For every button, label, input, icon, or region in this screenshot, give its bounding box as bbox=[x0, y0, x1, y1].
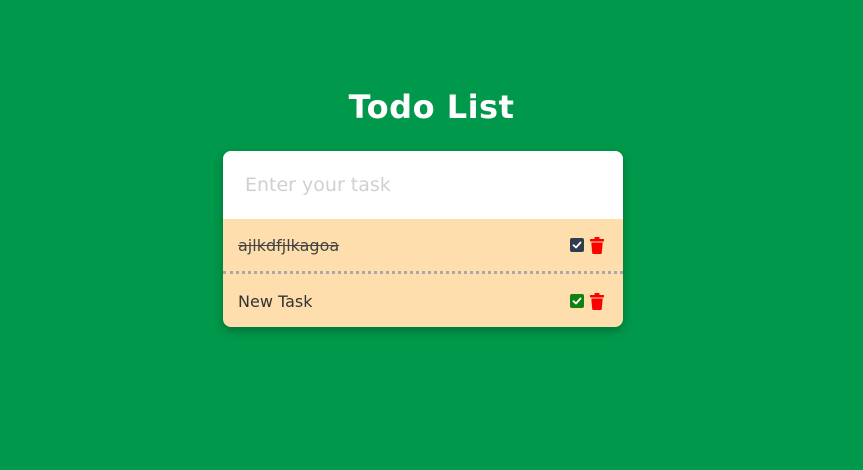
task-input[interactable] bbox=[243, 173, 603, 197]
todo-app: Todo List ajlkdfjlkagoa bbox=[0, 0, 863, 470]
task-input-row bbox=[223, 151, 623, 219]
task-actions bbox=[570, 236, 605, 254]
page-title: Todo List bbox=[348, 88, 515, 126]
check-square-icon[interactable] bbox=[570, 238, 584, 252]
trash-icon[interactable] bbox=[589, 292, 605, 310]
check-square-icon[interactable] bbox=[570, 294, 584, 308]
trash-icon[interactable] bbox=[589, 236, 605, 254]
task-text: New Task bbox=[238, 291, 313, 311]
task-list: ajlkdfjlkagoa New Task bbox=[223, 219, 623, 327]
task-actions bbox=[570, 292, 605, 310]
task-item: ajlkdfjlkagoa bbox=[223, 219, 623, 274]
task-text: ajlkdfjlkagoa bbox=[238, 235, 340, 255]
todo-card: ajlkdfjlkagoa bbox=[223, 151, 623, 327]
task-item: New Task bbox=[223, 274, 623, 327]
